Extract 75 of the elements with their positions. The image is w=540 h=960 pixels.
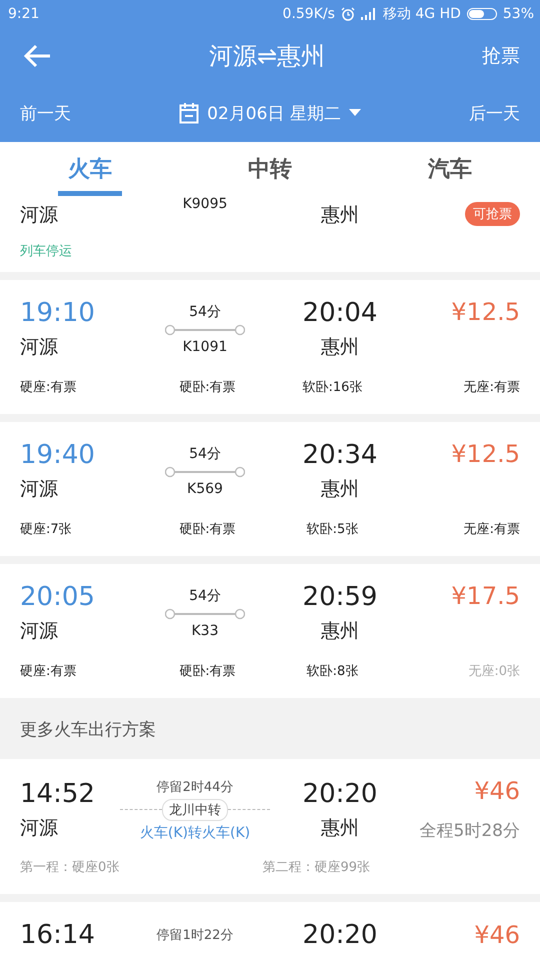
seat-availability: 硬座:有票 (20, 663, 78, 680)
transfer-mode: 火车(K)转火车(K) (138, 824, 252, 842)
dropdown-caret-icon[interactable] (348, 109, 361, 117)
service-status: 列车停运 (20, 243, 73, 260)
tab[interactable]: 中转 (180, 142, 360, 196)
departure-time: 20:05 (20, 582, 96, 612)
train-number: K569 (186, 481, 224, 497)
seat-availability: 软卧:5张 (306, 521, 360, 538)
seat-availability: 无座:有票 (462, 521, 520, 538)
alarm-icon (340, 7, 355, 21)
carrier-label: 移动 4G HD (382, 5, 461, 23)
seat-availability: 硬卧:有票 (178, 521, 237, 538)
ticket-price: ¥12.5 (451, 298, 520, 326)
signal-icon (360, 8, 377, 20)
departure-time: 16:14 (20, 920, 96, 950)
calendar-icon[interactable] (179, 102, 200, 124)
seat-availability: 硬卧:有票 (178, 663, 237, 680)
clock: 9:21 (8, 6, 40, 22)
train-card[interactable]: 19:10 河源 54分 K1091 20:04 惠州 ¥12.5 硬座:有票 硬卧:有票 软卧:16张 无座:有票 (0, 280, 540, 414)
train-number: K9095 (182, 196, 228, 212)
seat-availability: 无座:有票 (462, 379, 520, 396)
network-speed: 0.59K/s (282, 6, 335, 22)
route-line-icon (165, 324, 245, 336)
origin-station: 河源 (20, 477, 59, 502)
tab[interactable]: 汽车 (360, 142, 540, 196)
transfer-card[interactable]: 14:52 河源 停留2时44分 龙川中转 火车(K)转火车(K) 20:20 惠州 ¥46 全程5时28分 第一程：硬座0张 第二程：硬座99张 (0, 759, 540, 894)
destination-station: 惠州 (320, 477, 360, 502)
ticket-price: ¥46 (473, 777, 520, 805)
destination-station: 惠州 (320, 203, 360, 228)
layover-duration: 停留2时44分 (156, 778, 234, 796)
route-line-icon (165, 608, 245, 620)
total-duration: 全程5时28分 (418, 820, 520, 842)
seat-availability: 硬座:有票 (20, 379, 78, 396)
battery-percent: 53% (502, 6, 534, 22)
destination-station: 惠州 (320, 619, 360, 644)
arrival-time: 20:20 (302, 778, 378, 808)
first-leg-seats: 第一程：硬座0张 (20, 858, 120, 876)
section-heading: 更多火车出行方案 (20, 720, 156, 740)
destination-station: 惠州 (320, 816, 360, 840)
ticket-price: ¥12.5 (451, 440, 520, 468)
route-title: 河源⇌惠州 (208, 41, 326, 72)
seat-availability: 硬座:7张 (20, 521, 73, 538)
travel-duration: 54分 (188, 445, 222, 463)
origin-station: 河源 (20, 619, 59, 644)
train-number: K33 (190, 623, 220, 639)
transfer-station-tag: 龙川中转 (162, 798, 228, 820)
back-arrow-icon[interactable] (24, 44, 52, 68)
transfer-card[interactable]: 16:14 停留1时22分 20:20 ¥46 (0, 902, 540, 960)
arrival-time: 20:34 (302, 440, 378, 470)
ticket-price: ¥46 (473, 921, 520, 949)
departure-time: 14:52 (20, 778, 96, 808)
grab-ticket-badge: 可抢票 (465, 202, 520, 226)
route-line-icon (165, 466, 245, 478)
seat-availability: 软卧:16张 (302, 379, 364, 396)
origin-station: 河源 (20, 816, 59, 840)
layover-duration: 停留1时22分 (156, 927, 234, 944)
travel-duration: 54分 (188, 587, 222, 605)
travel-duration: 54分 (188, 303, 222, 321)
arrival-time: 20:04 (302, 298, 378, 328)
origin-station: 河源 (20, 335, 59, 360)
arrival-time: 20:20 (302, 920, 378, 950)
train-card[interactable]: 19:40 河源 54分 K569 20:34 惠州 ¥12.5 硬座:7张 硬卧:有票 软卧:5张 无座:有票 (0, 422, 540, 556)
departure-time: 19:40 (20, 440, 96, 470)
second-leg-seats: 第二程：硬座99张 (262, 858, 370, 876)
ticket-price: ¥17.5 (451, 582, 520, 610)
seat-availability: 无座:0张 (467, 663, 520, 680)
destination-station: 惠州 (320, 335, 360, 360)
battery-icon (466, 8, 497, 20)
seat-availability: 软卧:8张 (306, 663, 360, 680)
train-card[interactable]: 20:05 河源 54分 K33 20:59 惠州 ¥17.5 硬座:有票 硬卧:有票 软卧:8张 无座:0张 (0, 564, 540, 698)
departure-time: 19:10 (20, 298, 96, 328)
train-number: K1091 (182, 339, 228, 355)
origin-station: 河源 (20, 203, 59, 228)
arrival-time: 20:59 (302, 582, 378, 612)
seat-availability: 硬卧:有票 (178, 379, 237, 396)
